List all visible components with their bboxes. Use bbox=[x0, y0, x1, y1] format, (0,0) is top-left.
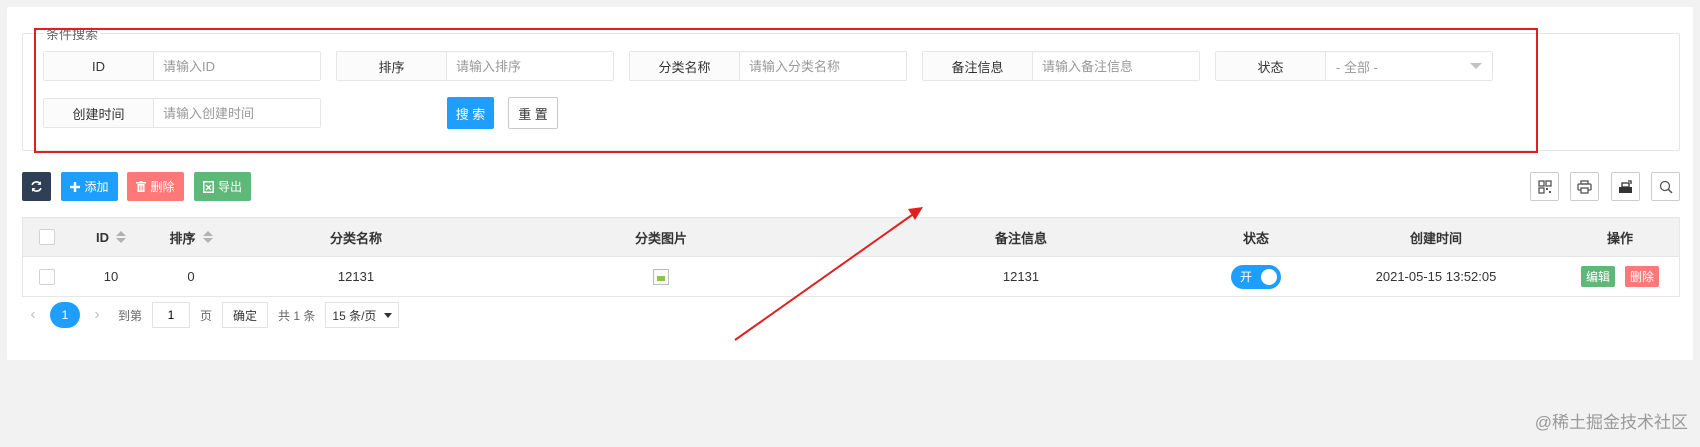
sort-input[interactable] bbox=[447, 52, 613, 80]
col-image-header: 分类图片 bbox=[634, 230, 687, 246]
cell-sort: 0 bbox=[187, 269, 195, 284]
page-current[interactable]: 1 bbox=[50, 302, 80, 328]
export-excel-icon bbox=[1619, 179, 1632, 193]
cell-created: 2021-05-15 13:52:05 bbox=[1375, 269, 1497, 284]
col-name-header: 分类名称 bbox=[329, 230, 382, 246]
export-label: 导出 bbox=[217, 180, 242, 194]
table-row: 10 0 12131 12131 开 2021-05-15 13:52:05 编… bbox=[23, 257, 1679, 296]
print-icon bbox=[1577, 179, 1592, 194]
status-select[interactable]: - 全部 - bbox=[1326, 52, 1492, 80]
created-time-input[interactable] bbox=[154, 99, 320, 127]
total-count: 共 1 条 bbox=[278, 308, 316, 323]
prev-page-icon[interactable]: ‹ bbox=[22, 306, 44, 324]
pagination: ‹ 1 › 到第 页 确定 共 1 条 15 条/页 bbox=[22, 301, 400, 329]
trash-icon bbox=[136, 181, 147, 192]
status-select-value: - 全部 - bbox=[1336, 59, 1378, 75]
cell-note: 12131 bbox=[1002, 269, 1040, 284]
status-toggle-label: 开 bbox=[1240, 270, 1253, 284]
sort-label: 排序 bbox=[337, 52, 447, 80]
row-delete-button[interactable]: 删除 bbox=[1625, 266, 1660, 287]
delete-label: 删除 bbox=[150, 180, 175, 194]
page-size-value: 15 条/页 bbox=[332, 308, 377, 323]
created-time-field: 创建时间 bbox=[43, 98, 321, 128]
search-legend: 条件搜索 bbox=[44, 24, 101, 43]
broken-image-icon[interactable] bbox=[653, 268, 669, 285]
watermark: @稀土掘金技术社区 bbox=[1534, 413, 1688, 432]
category-name-field: 分类名称 bbox=[629, 51, 907, 81]
col-note-header: 备注信息 bbox=[994, 230, 1047, 246]
edit-button[interactable]: 编辑 bbox=[1580, 266, 1615, 287]
goto-confirm-button[interactable]: 确定 bbox=[222, 302, 269, 328]
export-excel-button[interactable] bbox=[1611, 172, 1640, 201]
id-input[interactable] bbox=[154, 52, 320, 80]
status-label: 状态 bbox=[1216, 52, 1326, 80]
col-created-header: 创建时间 bbox=[1409, 230, 1462, 246]
delete-button[interactable]: 删除 bbox=[127, 172, 184, 201]
search-button[interactable]: 搜 索 bbox=[447, 97, 494, 129]
export-icon bbox=[202, 180, 214, 193]
export-button[interactable]: 导出 bbox=[194, 172, 251, 201]
note-field: 备注信息 bbox=[922, 51, 1200, 81]
created-time-label: 创建时间 bbox=[44, 99, 154, 127]
select-all-checkbox[interactable] bbox=[39, 229, 55, 245]
plus-icon bbox=[70, 181, 81, 192]
refresh-icon bbox=[31, 181, 42, 192]
toggle-knob bbox=[1261, 268, 1277, 285]
page-size-select[interactable]: 15 条/页 bbox=[325, 302, 400, 328]
print-button[interactable] bbox=[1570, 172, 1599, 201]
col-id-header[interactable]: ID bbox=[71, 218, 151, 256]
status-toggle[interactable]: 开 bbox=[1231, 264, 1281, 289]
col-id-label: ID bbox=[96, 229, 109, 245]
id-field: ID bbox=[43, 51, 321, 81]
category-name-input[interactable] bbox=[740, 52, 906, 80]
col-sort-label: 排序 bbox=[169, 230, 196, 246]
chevron-down-icon bbox=[384, 312, 393, 318]
sort-field: 排序 bbox=[336, 51, 614, 81]
cell-id: 10 bbox=[103, 269, 119, 284]
sort-icon[interactable] bbox=[116, 231, 126, 243]
category-name-label: 分类名称 bbox=[630, 52, 740, 80]
cell-name: 12131 bbox=[337, 269, 375, 284]
data-table: ID 排序 分类名称 分类图片 备注信息 状态 创建时间 操作 10 0 121… bbox=[22, 217, 1680, 297]
note-label: 备注信息 bbox=[923, 52, 1033, 80]
page-unit-label: 页 bbox=[200, 308, 213, 323]
add-button[interactable]: 添加 bbox=[61, 172, 118, 201]
goto-label: 到第 bbox=[118, 308, 143, 323]
sort-icon[interactable] bbox=[202, 231, 213, 243]
table-header: ID 排序 分类名称 分类图片 备注信息 状态 创建时间 操作 bbox=[23, 218, 1679, 257]
status-field: 状态 - 全部 - bbox=[1215, 51, 1493, 81]
note-input[interactable] bbox=[1033, 52, 1199, 80]
chevron-down-icon bbox=[1470, 63, 1482, 69]
search-icon bbox=[1659, 180, 1673, 194]
table-search-button[interactable] bbox=[1651, 172, 1680, 201]
row-checkbox[interactable] bbox=[39, 268, 55, 285]
col-sort-header[interactable]: 排序 bbox=[151, 218, 231, 256]
next-page-icon[interactable]: › bbox=[86, 306, 108, 324]
col-status-header: 状态 bbox=[1242, 230, 1269, 246]
columns-filter-button[interactable] bbox=[1530, 172, 1559, 201]
col-actions-header: 操作 bbox=[1606, 230, 1633, 246]
id-label: ID bbox=[44, 52, 154, 80]
add-label: 添加 bbox=[84, 180, 109, 194]
goto-page-input[interactable] bbox=[152, 302, 191, 328]
refresh-button[interactable] bbox=[22, 172, 51, 201]
columns-icon bbox=[1537, 179, 1552, 194]
reset-button[interactable]: 重 置 bbox=[508, 97, 558, 129]
